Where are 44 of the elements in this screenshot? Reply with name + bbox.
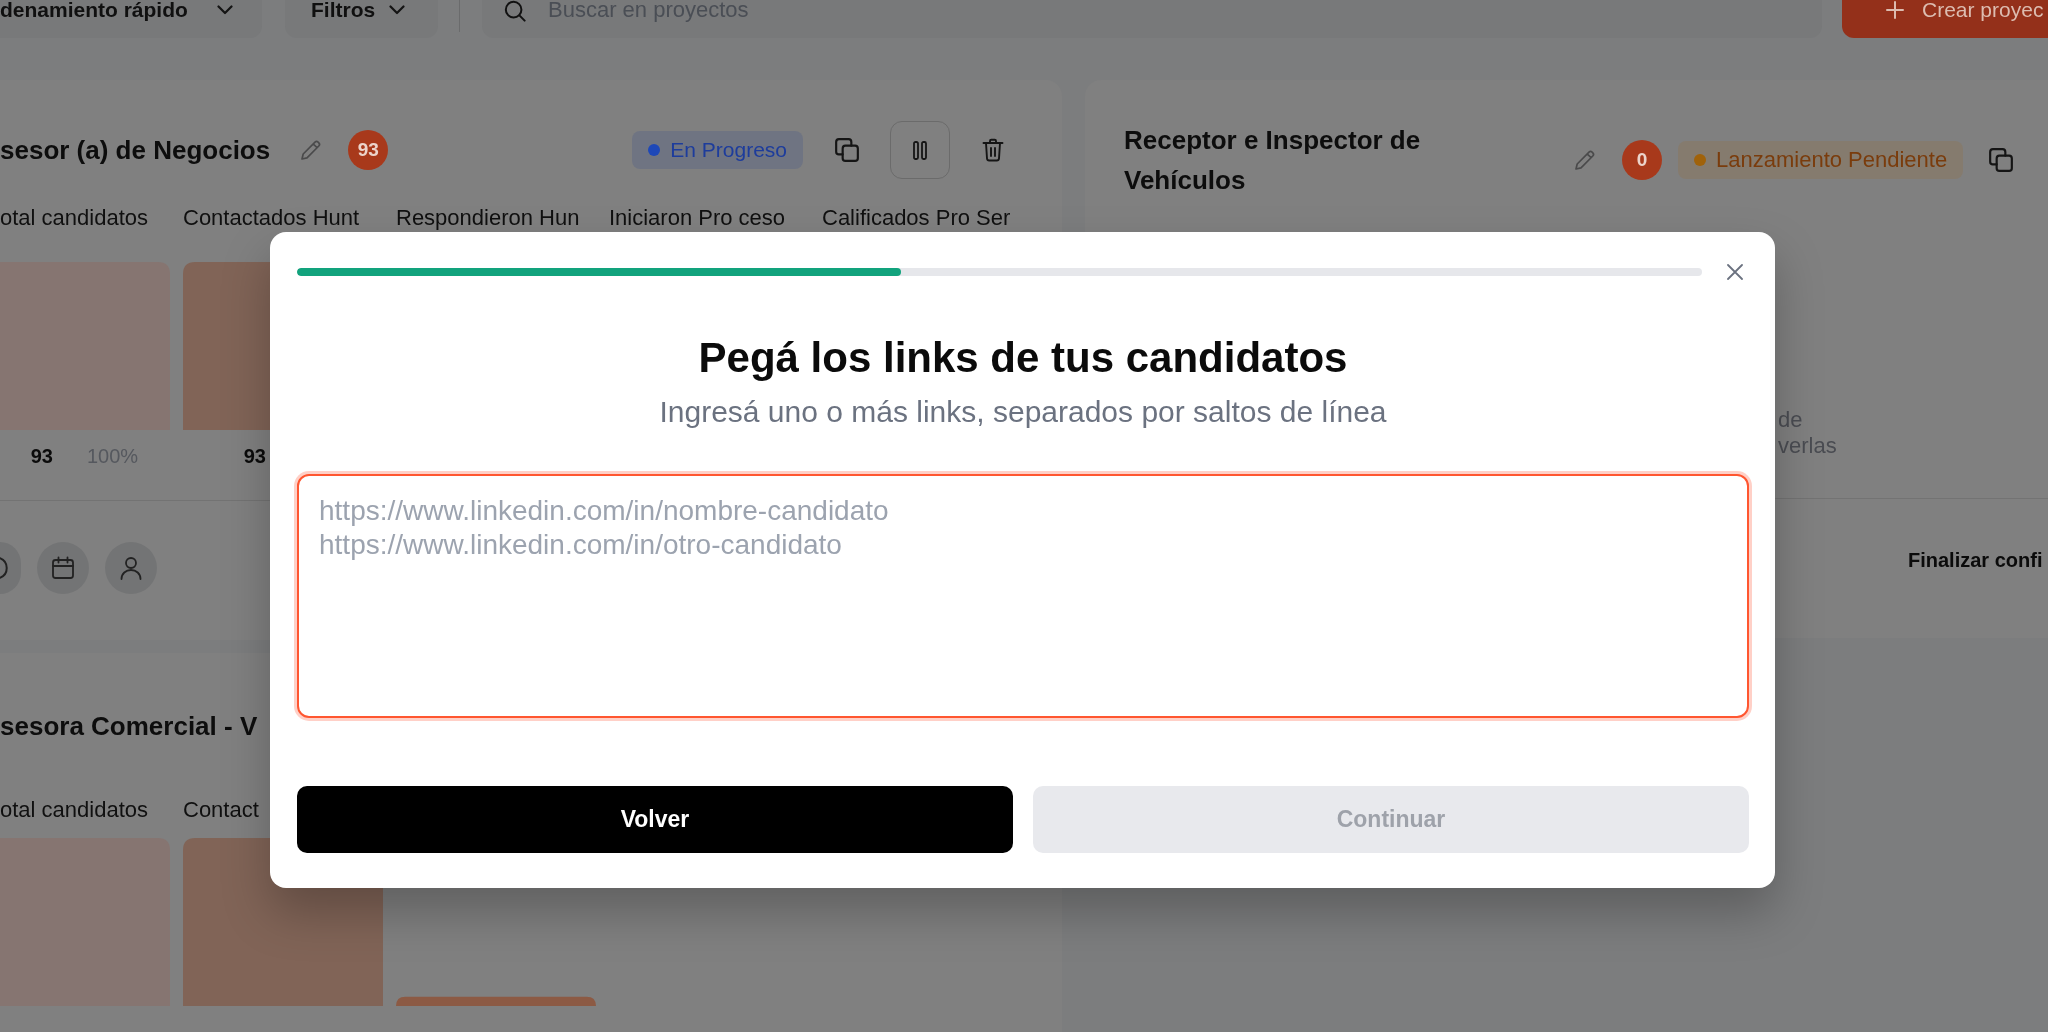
pencil-icon[interactable] (1573, 148, 1597, 172)
copy-icon[interactable] (834, 137, 860, 163)
status-dot-icon (648, 144, 661, 156)
stage-label: Contactados Hunt (183, 206, 361, 230)
stage-label: Respondieron Hun (396, 206, 581, 230)
modal-subtitle: Ingresá uno o más links, separados por saltos de línea (658, 394, 1388, 430)
pause-icon (913, 140, 927, 160)
status-label: Lanzamiento Pendiente (1716, 147, 1948, 173)
finish-setup-button[interactable]: Finalizar confi (1908, 547, 2043, 573)
stage-label: Calificados Pro Ser (822, 206, 1012, 230)
links-input-field[interactable]: https://www.linkedin.com/in/nombre-candidato https://www.linkedin.com/in/otro-candidato (297, 474, 1749, 718)
stage-count: 93 (243, 444, 266, 469)
calendar-icon (51, 556, 75, 580)
pause-button[interactable] (890, 121, 950, 179)
plus-icon (1886, 1, 1904, 19)
status-label: En Progreso (670, 138, 787, 162)
close-button[interactable] (1725, 262, 1745, 282)
back-button[interactable]: Volver (297, 786, 1013, 853)
arc-icon (0, 556, 8, 580)
search-icon (504, 0, 526, 22)
stage-label: otal candidatos (0, 206, 149, 230)
chevron-down-icon (217, 5, 233, 15)
icon-button[interactable] (0, 542, 21, 594)
trash-icon[interactable] (982, 138, 1004, 162)
person-icon (119, 556, 143, 580)
project-title: sesor (a) de Negocios (0, 134, 271, 167)
stage-count: 93 (30, 444, 53, 469)
project-title: sesora Comercial - V (0, 710, 258, 743)
stage-label: Iniciaron Pro ceso (609, 206, 787, 230)
candidate-count-badge: 0 (1622, 140, 1662, 180)
stage-label: otal candidatos (0, 798, 149, 822)
chevron-down-icon (389, 5, 405, 15)
close-icon (1727, 264, 1743, 280)
status-dot-icon (1694, 154, 1706, 166)
copy-icon[interactable] (1988, 147, 2015, 173)
filter-dropdown[interactable]: Filtros (285, 0, 438, 38)
modal-title: Pegá los links de tus candidatos (697, 334, 1349, 382)
calendar-button[interactable] (37, 542, 89, 594)
create-project-button[interactable]: Crear proyec (1842, 0, 2048, 38)
stage-label: Contact (183, 798, 260, 822)
sort-dropdown[interactable]: denamiento rápido (0, 0, 262, 38)
candidate-count-badge: 93 (348, 130, 389, 170)
project-title: Receptor e Inspector de Vehículos (1124, 124, 1422, 197)
person-button[interactable] (105, 542, 157, 594)
